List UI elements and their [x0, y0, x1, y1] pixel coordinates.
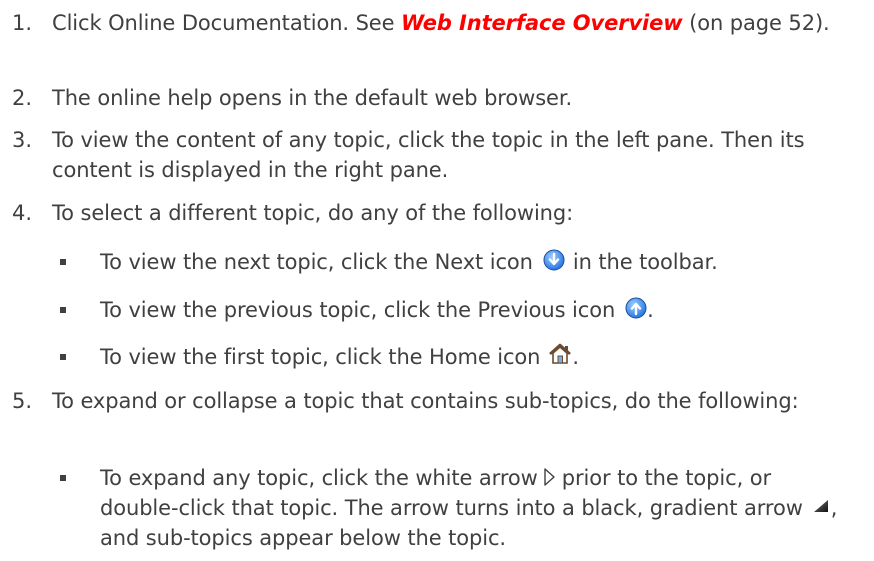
white-arrow-icon [542, 467, 556, 487]
bullet-marker [60, 259, 66, 265]
step-text: The online help opens in the default web… [52, 86, 573, 110]
bullet-text: To view the previous topic, click the Pr… [100, 295, 856, 325]
step-number: 5. [12, 389, 33, 413]
black-gradient-arrow-icon [813, 499, 829, 513]
step-number: 3. [12, 128, 33, 152]
bullet-marker [60, 307, 66, 313]
previous-icon [625, 297, 647, 319]
step-text: To select a different topic, do any of t… [52, 201, 574, 225]
bullet-text-after-icon: . [647, 298, 654, 322]
document-page: 1. Click Online Documentation. See Web I… [0, 0, 874, 561]
bullet-text-after-icon: in the toolbar. [572, 250, 718, 274]
step-number: 2. [12, 86, 33, 110]
step-number: 1. [12, 11, 33, 35]
bullet-text: To view the next topic, click the Next i… [100, 247, 856, 277]
step-text-after-link: (on page 52). [682, 11, 830, 35]
bullet-marker [60, 475, 66, 481]
bullet-text: To expand any topic, click the white arr… [100, 463, 856, 553]
bullet-marker [60, 354, 66, 360]
step-text: To view the content of any topic, click … [52, 128, 805, 182]
next-icon [543, 249, 565, 271]
step-text: To expand or collapse a topic that conta… [52, 389, 799, 413]
step-number: 4. [12, 201, 33, 225]
bullet-text-part1: To expand any topic, click the white arr… [100, 466, 538, 490]
bullet-text-before-icon: To view the first topic, click the Home … [100, 345, 541, 369]
bullet-text: To view the first topic, click the Home … [100, 342, 856, 372]
bullet-text-after-icon: . [572, 345, 579, 369]
bullet-text-before-icon: To view the next topic, click the Next i… [100, 250, 533, 274]
step-text-before-link: Click Online Documentation. See [52, 11, 402, 35]
bullet-text-before-icon: To view the previous topic, click the Pr… [100, 298, 616, 322]
step-text: Click Online Documentation. See Web Inte… [52, 8, 856, 38]
web-interface-overview-link[interactable]: Web Interface Overview [401, 11, 683, 35]
home-icon [548, 343, 572, 365]
